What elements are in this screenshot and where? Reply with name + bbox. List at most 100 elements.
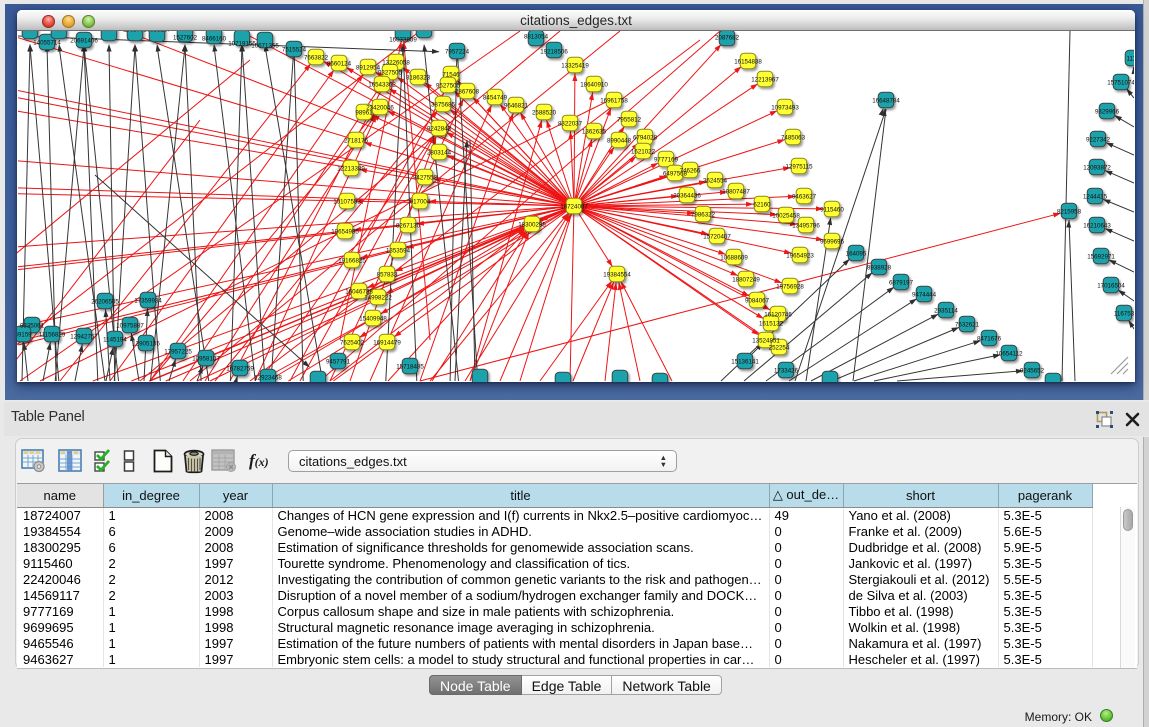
svg-text:917004: 917004 xyxy=(410,198,431,205)
svg-text:164095: 164095 xyxy=(846,250,867,257)
svg-text:3624554: 3624554 xyxy=(703,177,728,184)
svg-text:252254: 252254 xyxy=(769,344,790,351)
svg-text:9457791: 9457791 xyxy=(326,358,351,365)
svg-text:16210643: 16210643 xyxy=(1083,222,1111,229)
svg-text:1112: 1112 xyxy=(1127,55,1134,62)
svg-text:1615132: 1615132 xyxy=(759,320,784,327)
svg-text:8186323: 8186323 xyxy=(406,74,431,81)
svg-text:10688609: 10688609 xyxy=(720,254,748,261)
svg-text:116753: 116753 xyxy=(1114,310,1134,317)
svg-text:8454749: 8454749 xyxy=(483,94,508,101)
svg-text:17359934: 17359934 xyxy=(134,297,162,304)
svg-text:7986322: 7986322 xyxy=(691,211,716,218)
svg-text:18724007: 18724007 xyxy=(560,203,588,210)
svg-text:12923468: 12923468 xyxy=(254,374,282,381)
svg-text:1621022: 1621022 xyxy=(631,148,656,155)
svg-text:1733426: 1733426 xyxy=(774,367,799,374)
svg-text:16033809: 16033809 xyxy=(389,36,417,43)
svg-text:8471676: 8471676 xyxy=(977,335,1002,342)
svg-text:12942757: 12942757 xyxy=(70,333,98,340)
svg-text:9463627: 9463627 xyxy=(792,193,817,200)
svg-text:9245652: 9245652 xyxy=(1020,367,1045,374)
svg-text:8322037: 8322037 xyxy=(558,120,583,127)
svg-text:7663822: 7663822 xyxy=(304,54,329,61)
svg-text:857833: 857833 xyxy=(377,271,398,278)
svg-text:7485063: 7485063 xyxy=(781,134,806,141)
svg-text:15718485: 15718485 xyxy=(396,363,424,370)
svg-text:12213967: 12213967 xyxy=(751,76,779,83)
svg-text:11156829: 11156829 xyxy=(39,331,66,338)
svg-text:10807487: 10807487 xyxy=(722,188,750,195)
svg-text:9084067: 9084067 xyxy=(745,297,770,304)
svg-text:9327505: 9327505 xyxy=(378,69,403,76)
svg-text:2588520: 2588520 xyxy=(532,109,557,116)
svg-text:2803144: 2803144 xyxy=(427,149,452,156)
svg-text:9646821: 9646821 xyxy=(504,102,529,109)
svg-text:12213389: 12213389 xyxy=(337,165,365,172)
svg-text:15136141: 15136141 xyxy=(731,358,759,365)
svg-text:10107553: 10107553 xyxy=(333,198,361,205)
svg-text:16782759: 16782759 xyxy=(226,365,254,372)
svg-text:17957225: 17957225 xyxy=(164,348,192,355)
svg-text:8466160: 8466160 xyxy=(202,35,227,42)
svg-text:18807249: 18807249 xyxy=(732,276,760,283)
svg-text:6497568: 6497568 xyxy=(663,170,688,177)
svg-text:71546: 71546 xyxy=(442,71,460,78)
svg-text:3875685: 3875685 xyxy=(431,101,456,108)
svg-text:9699695: 9699695 xyxy=(820,238,845,245)
svg-text:1145194: 1145194 xyxy=(103,336,127,343)
svg-text:8215958: 8215958 xyxy=(1057,208,1082,215)
svg-text:15692971: 15692971 xyxy=(1087,253,1115,260)
svg-text:13325419: 13325419 xyxy=(561,62,589,69)
svg-text:10025458: 10025458 xyxy=(772,212,800,219)
svg-text:8660124: 8660124 xyxy=(327,60,352,67)
svg-text:2867608: 2867608 xyxy=(455,88,480,95)
svg-text:7625402: 7625402 xyxy=(340,339,365,346)
svg-text:16543362: 16543362 xyxy=(368,81,396,88)
svg-text:20364436: 20364436 xyxy=(673,192,701,199)
svg-text:16961758: 16961758 xyxy=(600,97,628,104)
svg-text:9474444: 9474444 xyxy=(912,291,937,298)
svg-text:7515524: 7515524 xyxy=(282,46,307,53)
svg-text:14998222: 14998222 xyxy=(364,294,392,301)
svg-text:19654923: 19654923 xyxy=(786,252,814,259)
svg-text:19218506: 19218506 xyxy=(540,48,568,55)
svg-text:1353594: 1353594 xyxy=(386,247,411,254)
svg-text:18300295: 18300295 xyxy=(518,221,546,228)
svg-text:15409948: 15409948 xyxy=(359,315,387,322)
svg-text:62160: 62160 xyxy=(753,201,771,208)
svg-text:10654112: 10654112 xyxy=(995,350,1023,357)
svg-text:6879197: 6879197 xyxy=(889,279,914,286)
svg-text:6794028: 6794028 xyxy=(633,134,658,141)
svg-text:1362635: 1362635 xyxy=(582,128,607,135)
svg-text:10653287: 10653287 xyxy=(143,31,171,33)
svg-text:16154838: 16154838 xyxy=(734,58,762,65)
svg-text:10958107: 10958107 xyxy=(192,355,220,362)
svg-text:9227342: 9227342 xyxy=(1086,136,1111,143)
svg-text:15751074: 15751074 xyxy=(1107,79,1134,86)
svg-text:2935114: 2935114 xyxy=(934,307,958,314)
svg-text:98961: 98961 xyxy=(355,109,373,116)
svg-text:14055714: 14055714 xyxy=(33,39,61,46)
svg-text:13495796: 13495796 xyxy=(792,222,820,229)
svg-text:13226058: 13226058 xyxy=(382,59,410,66)
svg-text:12905135: 12905135 xyxy=(132,340,160,347)
svg-text:9335061: 9335061 xyxy=(20,322,45,329)
svg-text:10973493: 10973493 xyxy=(771,104,799,111)
svg-text:9427552: 9427552 xyxy=(413,174,438,181)
svg-text:8912954: 8912954 xyxy=(356,64,381,71)
svg-text:13524851: 13524851 xyxy=(752,337,780,344)
svg-text:1527602: 1527602 xyxy=(173,34,198,41)
svg-text:12975115: 12975115 xyxy=(785,163,813,170)
svg-text:26206505: 26206505 xyxy=(91,298,119,305)
svg-text:19756928: 19756928 xyxy=(776,283,804,290)
svg-text:8990448: 8990448 xyxy=(607,137,632,144)
svg-text:16914479: 16914479 xyxy=(373,339,401,346)
svg-text:16671355: 16671355 xyxy=(251,42,279,49)
svg-text:19384554: 19384554 xyxy=(603,271,631,278)
svg-text:8938928: 8938928 xyxy=(867,264,892,271)
svg-text:15720407: 15720407 xyxy=(703,233,731,240)
svg-text:7632621: 7632621 xyxy=(955,321,980,328)
svg-text:19166825: 19166825 xyxy=(338,257,366,264)
svg-text:9242848: 9242848 xyxy=(427,125,452,132)
